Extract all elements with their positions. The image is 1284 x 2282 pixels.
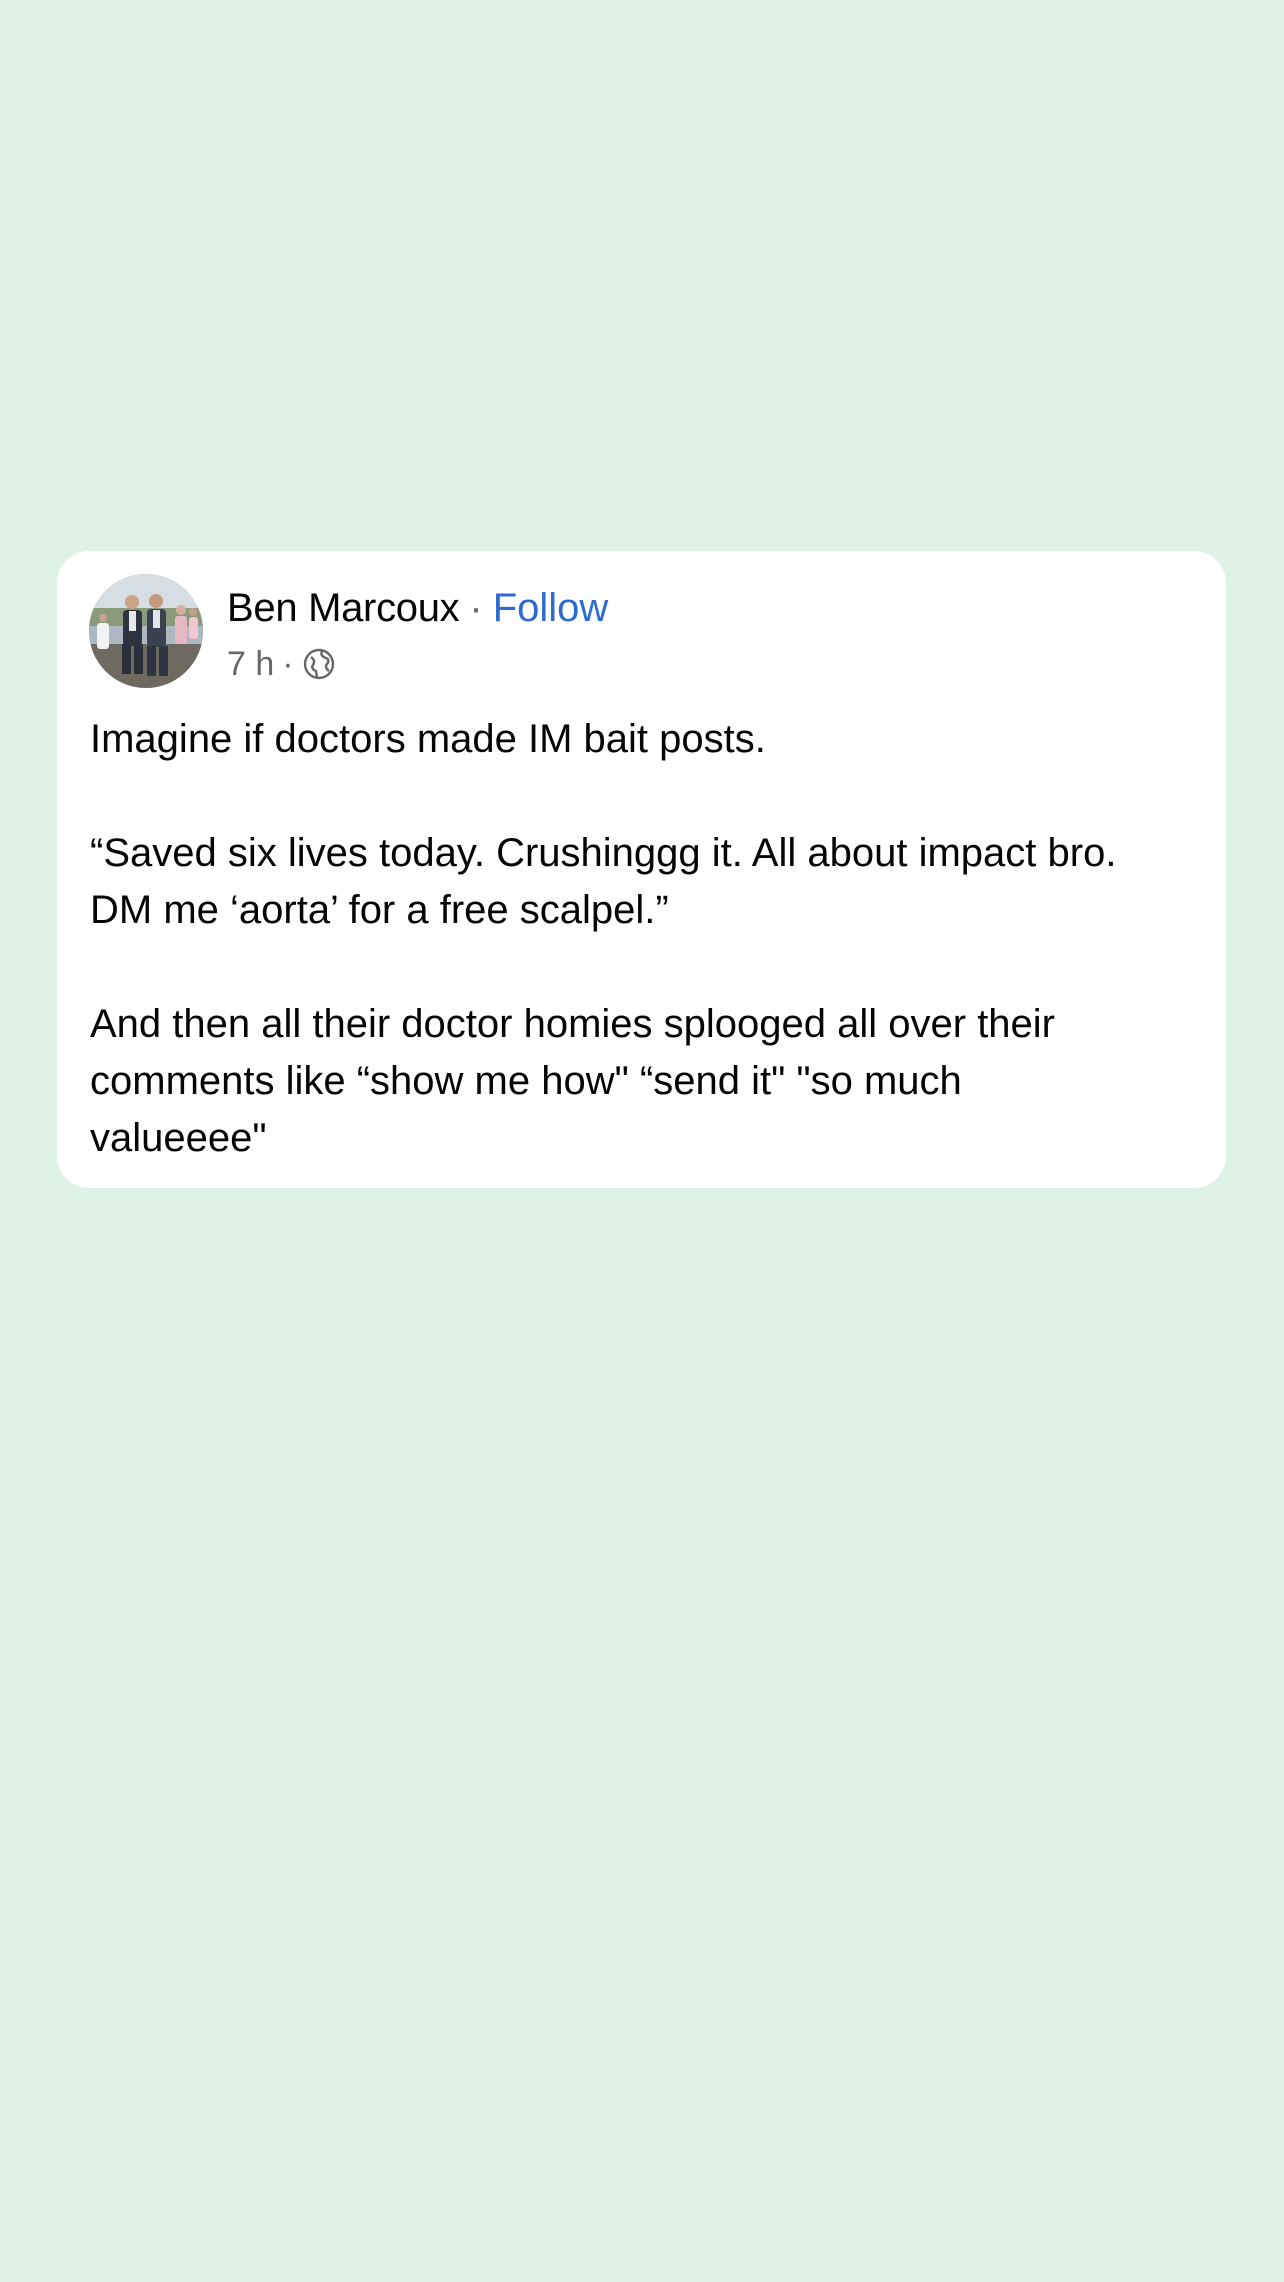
meta-separator: · bbox=[282, 645, 294, 683]
post-paragraph-3: And then all their doctor homies splooge… bbox=[90, 1002, 1055, 1160]
author-name[interactable]: Ben Marcoux bbox=[227, 583, 460, 633]
header-separator: · bbox=[469, 586, 483, 630]
post-meta: 7 h · bbox=[227, 643, 336, 685]
follow-button[interactable]: Follow bbox=[493, 583, 609, 633]
avatar-photo bbox=[89, 574, 203, 688]
post-paragraph-2: “Saved six lives today. Crushinggg it. A… bbox=[90, 831, 1117, 932]
author-avatar[interactable] bbox=[89, 574, 203, 688]
post-paragraph-1: Imagine if doctors made IM bait posts. bbox=[90, 717, 766, 761]
post-header: Ben Marcoux · Follow bbox=[227, 583, 608, 633]
globe-icon[interactable] bbox=[302, 647, 336, 681]
post-time[interactable]: 7 h bbox=[227, 643, 274, 685]
post-card: Ben Marcoux · Follow 7 h · Imagine if do… bbox=[57, 551, 1226, 1188]
post-body: Imagine if doctors made IM bait posts. “… bbox=[90, 711, 1200, 1167]
